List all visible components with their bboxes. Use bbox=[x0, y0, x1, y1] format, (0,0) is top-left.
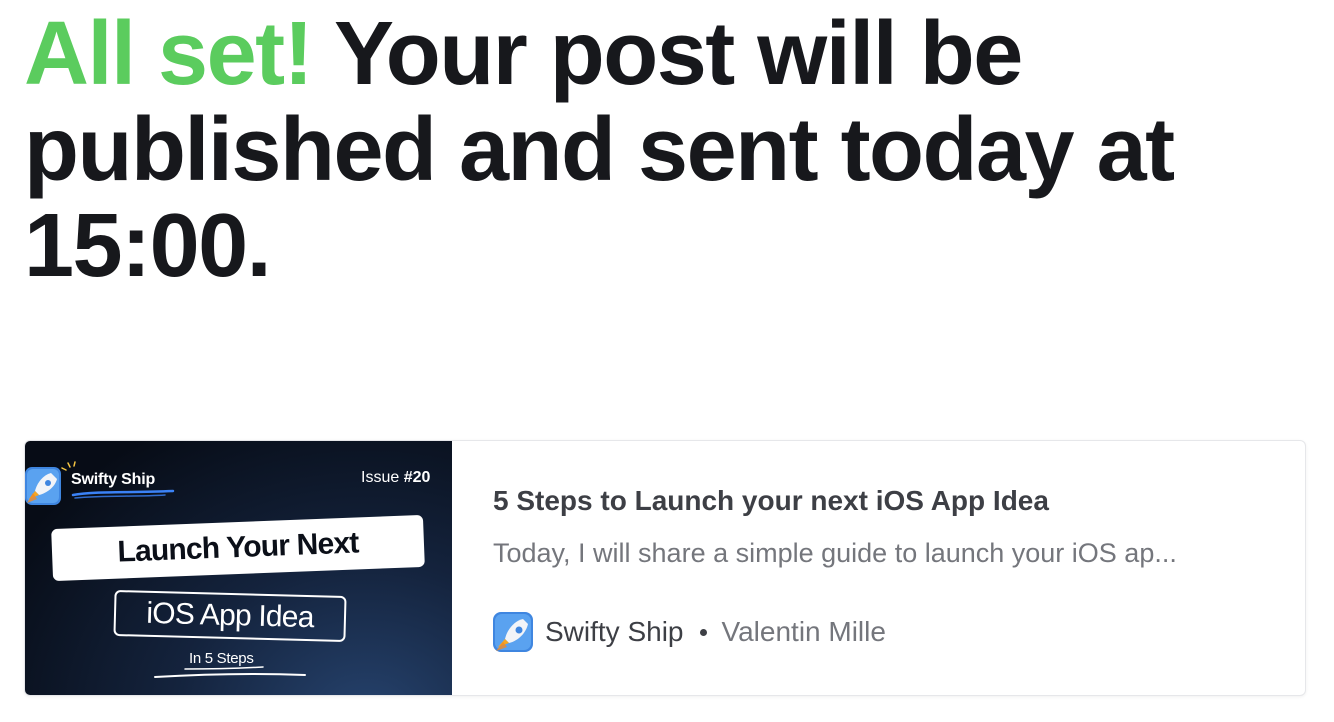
author-name[interactable]: Valentin Mille bbox=[722, 616, 886, 648]
post-thumbnail: Swifty Ship Issue #20 Launch Your Next i… bbox=[25, 441, 452, 695]
thumbnail-subtitle: In 5 Steps bbox=[189, 650, 254, 667]
rocket-icon bbox=[25, 467, 61, 505]
confirmation-accent: All set! bbox=[24, 4, 314, 104]
publication-name[interactable]: Swifty Ship bbox=[545, 616, 684, 648]
thumbnail-headline-line2: iOS App Idea bbox=[113, 589, 347, 643]
post-preview-card[interactable]: Swifty Ship Issue #20 Launch Your Next i… bbox=[24, 440, 1306, 696]
thumbnail-issue: Issue #20 bbox=[361, 469, 431, 486]
rocket-icon bbox=[493, 612, 533, 652]
post-description: Today, I will share a simple guide to la… bbox=[493, 538, 1177, 568]
post-title[interactable]: 5 Steps to Launch your next iOS App Idea bbox=[493, 485, 1049, 517]
thumbnail-brand: Swifty Ship bbox=[71, 471, 156, 488]
post-info: 5 Steps to Launch your next iOS App Idea… bbox=[493, 441, 1305, 695]
confirmation-heading: All set! Your post will be published and… bbox=[24, 0, 1284, 294]
separator-dot bbox=[699, 628, 707, 636]
post-meta: Swifty Ship Valentin Mille bbox=[493, 611, 886, 653]
